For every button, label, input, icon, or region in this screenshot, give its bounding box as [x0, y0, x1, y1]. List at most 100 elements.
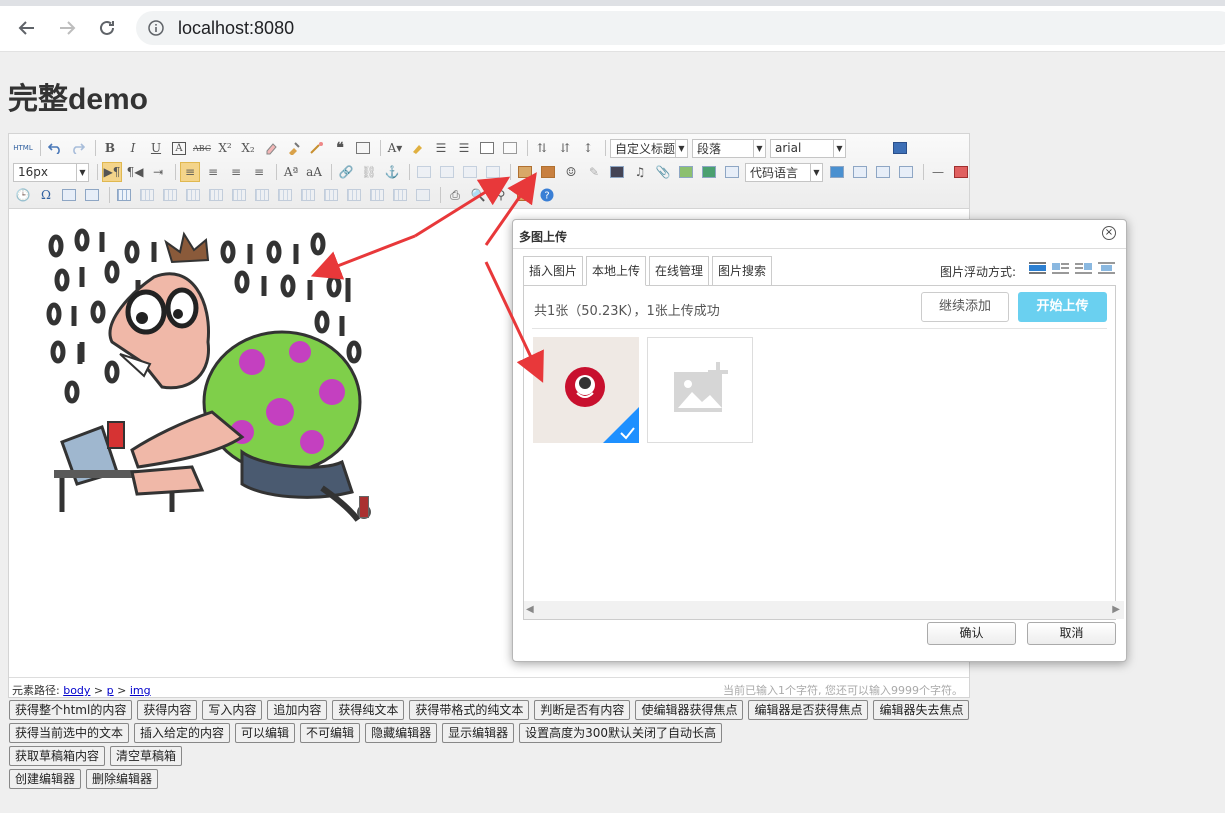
- back-button[interactable]: [15, 16, 39, 40]
- simple-upload-icon[interactable]: [515, 162, 535, 182]
- api-button[interactable]: 获得带格式的纯文本: [409, 700, 530, 720]
- split-to-cells-icon[interactable]: [344, 185, 364, 205]
- multi-image-upload-icon[interactable]: [538, 162, 558, 182]
- drafts-icon[interactable]: [514, 185, 534, 205]
- close-icon[interactable]: ×: [1102, 226, 1116, 240]
- code-language-select[interactable]: 代码语言 ▼: [745, 162, 823, 182]
- image-none-icon[interactable]: [414, 162, 434, 182]
- tab-local-upload[interactable]: 本地上传: [586, 256, 647, 286]
- row-spacing-top-icon[interactable]: ⇅: [532, 138, 552, 158]
- api-button[interactable]: 获得内容: [137, 700, 198, 720]
- italic-icon[interactable]: I: [123, 138, 143, 158]
- insert-col-icon[interactable]: [229, 185, 249, 205]
- forward-button[interactable]: [55, 16, 79, 40]
- unordered-list-icon[interactable]: ☰: [454, 138, 474, 158]
- insert-frame-icon[interactable]: [722, 162, 742, 182]
- underline-icon[interactable]: U: [146, 138, 166, 158]
- insert-video-icon[interactable]: [607, 162, 627, 182]
- date-icon[interactable]: [951, 162, 971, 182]
- api-button[interactable]: 编辑器是否获得焦点: [748, 700, 869, 720]
- map-icon[interactable]: [676, 162, 696, 182]
- horizontal-rule-icon[interactable]: —: [928, 162, 948, 182]
- delete-table-icon[interactable]: [137, 185, 157, 205]
- custom-heading-select[interactable]: 自定义标题 ▼: [610, 138, 688, 158]
- strikethrough-icon[interactable]: ABC: [192, 138, 212, 158]
- line-height-icon[interactable]: ↕: [578, 138, 598, 158]
- select-all-icon[interactable]: [477, 138, 497, 158]
- scroll-left-icon[interactable]: ◀: [526, 604, 534, 615]
- remove-format-icon[interactable]: [261, 138, 281, 158]
- font-size-select[interactable]: 16px ▼: [13, 162, 89, 182]
- api-button[interactable]: 插入给定的内容: [134, 723, 231, 743]
- align-right-icon[interactable]: ≡: [226, 162, 246, 182]
- template-icon[interactable]: [873, 162, 893, 182]
- tab-image-search[interactable]: 图片搜索: [712, 256, 773, 286]
- background-icon[interactable]: [896, 162, 916, 182]
- image-center-icon[interactable]: [483, 162, 503, 182]
- superscript-icon[interactable]: X²: [215, 138, 235, 158]
- continue-add-button[interactable]: 继续添加: [921, 292, 1009, 322]
- api-button[interactable]: 判断是否有内容: [534, 700, 631, 720]
- search-replace-icon[interactable]: ⚲: [491, 185, 511, 205]
- api-button[interactable]: 获得当前选中的文本: [9, 723, 130, 743]
- float-left-icon[interactable]: [1051, 261, 1070, 276]
- indent-icon[interactable]: ⇥: [148, 162, 168, 182]
- delete-row-icon[interactable]: [206, 185, 226, 205]
- merge-right-icon[interactable]: [298, 185, 318, 205]
- auto-typeset-icon[interactable]: [307, 138, 327, 158]
- horizontal-scrollbar[interactable]: ◀ ▶: [524, 601, 1124, 619]
- api-button[interactable]: 隐藏编辑器: [365, 723, 438, 743]
- insert-row-icon[interactable]: [183, 185, 203, 205]
- api-button[interactable]: 设置高度为300默认关闭了自动长高: [519, 723, 722, 743]
- paragraph-select[interactable]: 段落 ▼: [692, 138, 766, 158]
- image-left-icon[interactable]: [437, 162, 457, 182]
- gmap-icon[interactable]: [699, 162, 719, 182]
- ordered-list-icon[interactable]: ☰: [431, 138, 451, 158]
- format-match-icon[interactable]: [284, 138, 304, 158]
- rtl-direction-icon[interactable]: ¶◀: [125, 162, 145, 182]
- api-button[interactable]: 显示编辑器: [442, 723, 515, 743]
- float-center-icon[interactable]: [1097, 261, 1116, 276]
- page-break-icon[interactable]: [850, 162, 870, 182]
- split-to-cols-icon[interactable]: [390, 185, 410, 205]
- api-button[interactable]: 编辑器失去焦点: [873, 700, 970, 720]
- start-upload-button[interactable]: 开始上传: [1018, 292, 1107, 322]
- fullscreen-icon[interactable]: [890, 138, 910, 158]
- unlink-icon[interactable]: ⛓: [359, 162, 379, 182]
- float-none-icon[interactable]: [1028, 261, 1047, 276]
- tab-online-manage[interactable]: 在线管理: [649, 256, 710, 286]
- small-image-thumb[interactable]: [359, 496, 369, 518]
- redo-icon[interactable]: [68, 138, 88, 158]
- insert-music-icon[interactable]: ♫: [630, 162, 650, 182]
- confirm-button[interactable]: 确认: [927, 622, 1016, 645]
- paste-plain-icon[interactable]: [353, 138, 373, 158]
- print-icon[interactable]: ⎙: [445, 185, 465, 205]
- float-right-icon[interactable]: [1074, 261, 1093, 276]
- scroll-right-icon[interactable]: ▶: [1112, 604, 1120, 615]
- api-button[interactable]: 不可编辑: [300, 723, 361, 743]
- api-button[interactable]: 删除编辑器: [86, 769, 159, 789]
- snapscreen-icon[interactable]: [82, 185, 102, 205]
- ltr-direction-icon[interactable]: ▶¶: [102, 162, 122, 182]
- address-bar[interactable]: localhost:8080: [136, 11, 1225, 45]
- path-link-body[interactable]: body: [63, 684, 90, 697]
- info-icon[interactable]: [148, 20, 164, 39]
- insert-table-icon[interactable]: [114, 185, 134, 205]
- align-justify-icon[interactable]: ≡: [249, 162, 269, 182]
- html-source-icon[interactable]: HTML: [13, 138, 33, 158]
- api-button[interactable]: 使编辑器获得焦点: [635, 700, 744, 720]
- path-link-p[interactable]: p: [107, 684, 114, 697]
- api-button[interactable]: 获取草稿箱内容: [9, 746, 106, 766]
- time-icon[interactable]: 🕒: [13, 185, 33, 205]
- to-lowercase-icon[interactable]: aA: [304, 162, 324, 182]
- api-button[interactable]: 追加内容: [267, 700, 328, 720]
- row-spacing-bottom-icon[interactable]: ⇵: [555, 138, 575, 158]
- api-button[interactable]: 创建编辑器: [9, 769, 82, 789]
- api-button[interactable]: 获得纯文本: [332, 700, 405, 720]
- attachment-icon[interactable]: 📎: [653, 162, 673, 182]
- add-image-placeholder[interactable]: [647, 337, 753, 443]
- merge-down-icon[interactable]: [321, 185, 341, 205]
- font-border-icon[interactable]: A: [169, 138, 189, 158]
- api-button[interactable]: 获得整个html的内容: [9, 700, 133, 720]
- special-chars-icon[interactable]: Ω: [36, 185, 56, 205]
